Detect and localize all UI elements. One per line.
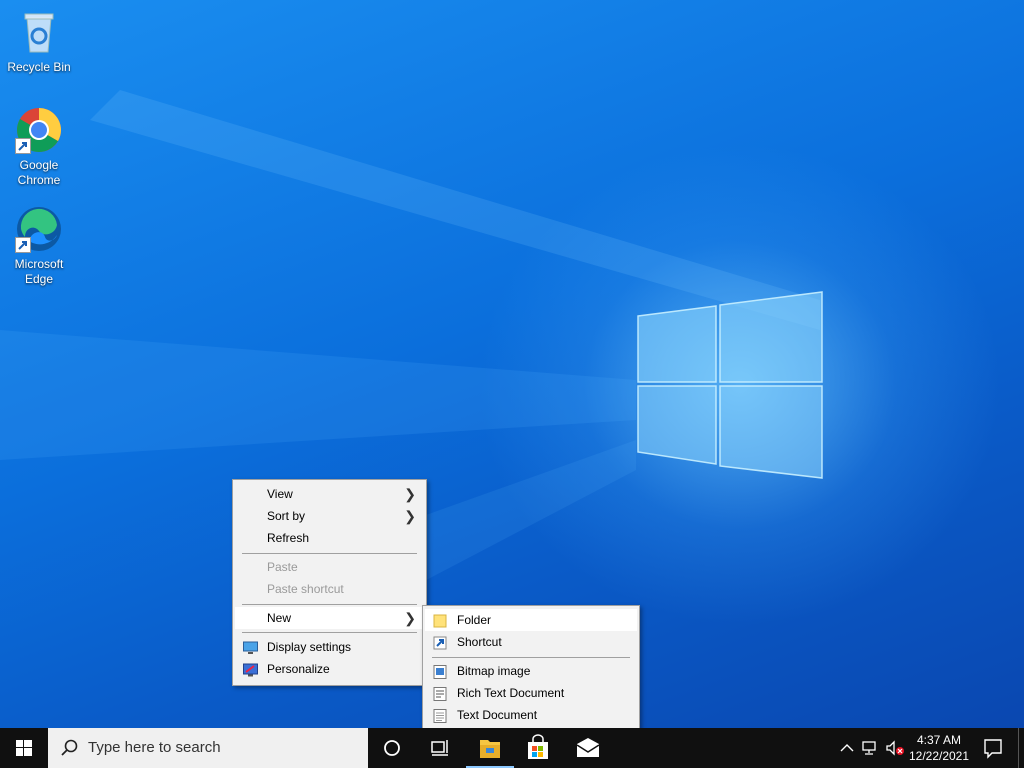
taskbar-search-box[interactable]: Type here to search [48, 728, 368, 768]
menu-item-label: Refresh [267, 531, 310, 545]
display-settings-icon [243, 640, 258, 654]
clock-time: 4:37 AM [916, 733, 962, 747]
rich-text-icon [433, 686, 448, 701]
network-icon [862, 741, 876, 755]
menu-item-label: New [267, 611, 292, 625]
chevron-right-icon: ❯ [404, 610, 416, 626]
menu-item-personalize[interactable]: Personalize [235, 658, 424, 680]
shortcut-icon [433, 635, 448, 650]
menu-separator [242, 553, 417, 554]
menu-item-label: Sort by [267, 509, 306, 523]
new-submenu: Folder Shortcut Bitmap image Rich Text D… [422, 605, 640, 728]
submenu-item-label: Shortcut [457, 635, 502, 649]
recycle-bin-icon [15, 8, 63, 56]
windows-logo-wallpaper [637, 291, 823, 479]
submenu-item-folder[interactable]: Folder [425, 609, 637, 631]
search-placeholder: Type here to search [88, 739, 221, 756]
menu-separator [242, 604, 417, 605]
menu-separator [242, 632, 417, 633]
personalize-icon [243, 662, 258, 677]
mail-icon [576, 738, 600, 757]
search-icon [61, 739, 78, 756]
microsoft-store-icon [528, 734, 548, 759]
shortcut-arrow-icon [15, 138, 31, 154]
desktop-icon-microsoft-edge[interactable]: Microsoft Edge [3, 205, 75, 287]
submenu-item-label: Text Document [457, 708, 538, 722]
chevron-right-icon: ❯ [404, 508, 416, 524]
network-button[interactable] [860, 738, 880, 758]
notifications-icon [984, 739, 1002, 759]
start-button[interactable] [0, 728, 48, 768]
menu-item-paste[interactable]: Paste [235, 556, 424, 578]
submenu-item-label: Rich Text Document [457, 686, 565, 700]
menu-item-new[interactable]: New ❯ [235, 607, 424, 629]
menu-item-label: Personalize [267, 662, 330, 676]
microsoft-store-button[interactable] [514, 728, 562, 768]
submenu-item-bitmap-image[interactable]: Bitmap image [425, 660, 637, 682]
volume-button[interactable] [884, 738, 906, 758]
bitmap-icon [433, 664, 448, 679]
submenu-item-rich-text-document[interactable]: Rich Text Document [425, 682, 637, 704]
task-view-button[interactable] [416, 728, 464, 768]
cortana-icon [384, 740, 400, 756]
chevron-up-icon [840, 744, 854, 752]
desktop-icon-recycle-bin[interactable]: Recycle Bin [3, 8, 75, 75]
desktop-icon-label: Recycle Bin [7, 60, 71, 74]
menu-item-label: Paste [267, 560, 298, 574]
mail-button[interactable] [564, 728, 612, 768]
menu-item-refresh[interactable]: Refresh [235, 527, 424, 549]
show-desktop-button[interactable] [1018, 728, 1024, 768]
chevron-right-icon: ❯ [404, 486, 416, 502]
chrome-icon [15, 106, 63, 154]
menu-item-view[interactable]: View ❯ [235, 483, 424, 505]
desktop[interactable]: Recycle Bin Google Chrome Microsoft Edge… [0, 0, 1024, 728]
cortana-button[interactable] [368, 728, 416, 768]
show-hidden-icons-button[interactable] [838, 738, 856, 758]
menu-item-display-settings[interactable]: Display settings [235, 636, 424, 658]
menu-item-paste-shortcut[interactable]: Paste shortcut [235, 578, 424, 600]
volume-muted-icon [886, 740, 904, 756]
desktop-icon-label: Google Chrome [17, 158, 61, 187]
file-explorer-button[interactable] [466, 728, 514, 768]
action-center-button[interactable] [978, 728, 1008, 768]
file-explorer-icon [480, 740, 500, 758]
submenu-item-label: Bitmap image [457, 664, 531, 678]
task-view-icon [431, 740, 448, 756]
windows-start-icon [16, 740, 32, 756]
submenu-item-shortcut[interactable]: Shortcut [425, 631, 637, 653]
taskbar: Type here to search 4:37 AM 12/22/2021 [0, 728, 1024, 768]
submenu-item-text-document[interactable]: Text Document [425, 704, 637, 726]
menu-item-label: Paste shortcut [267, 582, 344, 596]
desktop-context-menu: View ❯ Sort by ❯ Refresh Paste Paste sho… [232, 479, 427, 686]
submenu-item-label: Folder [457, 613, 492, 627]
clock-button[interactable]: 4:37 AM 12/22/2021 [906, 730, 972, 766]
menu-separator [432, 657, 630, 658]
desktop-icon-label: Microsoft Edge [14, 257, 64, 286]
menu-item-label: Display settings [267, 640, 352, 654]
folder-icon [433, 613, 448, 628]
menu-item-sort-by[interactable]: Sort by ❯ [235, 505, 424, 527]
desktop-icon-google-chrome[interactable]: Google Chrome [3, 106, 75, 188]
edge-icon [15, 205, 63, 253]
text-document-icon [433, 708, 448, 723]
menu-item-label: View [267, 487, 293, 501]
shortcut-arrow-icon [15, 237, 31, 253]
clock-date: 12/22/2021 [908, 749, 970, 763]
